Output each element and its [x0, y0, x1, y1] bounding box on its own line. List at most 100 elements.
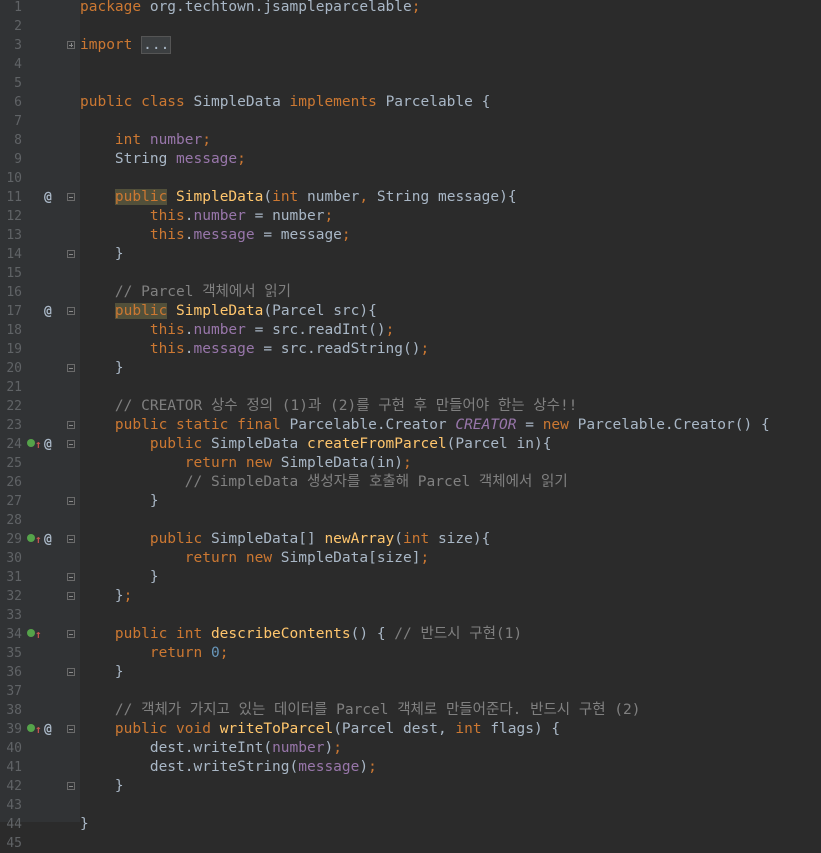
code-text[interactable]: // Parcel 객체에서 읽기 — [80, 283, 291, 302]
code-text[interactable]: public int describeContents() { // 반드시 구… — [80, 625, 522, 644]
code-line[interactable]: 13 this.message = message; — [0, 226, 821, 245]
code-text[interactable]: public SimpleData(int number, String mes… — [80, 188, 517, 207]
code-line[interactable]: 11 @ public SimpleData(int number, String… — [0, 188, 821, 207]
code-line[interactable]: 17 @ public SimpleData(Parcel src){ — [0, 302, 821, 321]
code-line[interactable]: 4 — [0, 55, 821, 74]
gutter-markers[interactable]: ↑ @ — [25, 720, 61, 739]
code-line[interactable]: 1 package org.techtown.jsampleparcelable; — [0, 0, 821, 17]
code-text[interactable]: } — [80, 663, 124, 682]
code-line[interactable]: 31 } — [0, 568, 821, 587]
code-text[interactable]: public static final Parcelable.Creator C… — [80, 416, 770, 435]
code-line[interactable]: 14 } — [0, 245, 821, 264]
code-text[interactable]: public SimpleData(Parcel src){ — [80, 302, 377, 321]
code-line[interactable]: 25 return new SimpleData(in); — [0, 454, 821, 473]
code-text[interactable]: public SimpleData createFromParcel(Parce… — [80, 435, 552, 454]
code-line[interactable]: 28 — [0, 511, 821, 530]
fold-toggle-icon[interactable] — [67, 725, 75, 733]
code-text[interactable]: return new SimpleData[size]; — [80, 549, 429, 568]
code-line[interactable]: 21 — [0, 378, 821, 397]
at-sign-icon[interactable]: @ — [44, 530, 52, 549]
code-line[interactable]: 45 — [0, 834, 821, 853]
code-line[interactable]: 20 } — [0, 359, 821, 378]
code-line[interactable]: 26 // SimpleData 생성자를 호출해 Parcel 객체에서 읽기 — [0, 473, 821, 492]
code-text[interactable]: public class SimpleData implements Parce… — [80, 93, 490, 112]
gutter-markers[interactable]: ↑ @ — [25, 435, 61, 454]
code-text[interactable]: public void writeToParcel(Parcel dest, i… — [80, 720, 560, 739]
code-line[interactable]: 5 — [0, 74, 821, 93]
code-text[interactable]: public SimpleData[] newArray(int size){ — [80, 530, 491, 549]
code-text[interactable]: int number; — [80, 131, 211, 150]
code-line[interactable]: 15 — [0, 264, 821, 283]
code-text[interactable]: // 객체가 가지고 있는 데이터를 Parcel 객체로 만들어준다. 반드시… — [80, 701, 641, 720]
code-line[interactable]: 32 }; — [0, 587, 821, 606]
fold-toggle-icon[interactable] — [67, 364, 75, 372]
code-text[interactable]: } — [80, 568, 159, 587]
code-line[interactable]: 34 ↑ public int describeContents() { // 반… — [0, 625, 821, 644]
code-text[interactable]: } — [80, 359, 124, 378]
at-sign-icon[interactable]: @ — [44, 435, 52, 454]
arrow-up-icon[interactable]: ↑ — [35, 435, 42, 454]
fold-toggle-icon[interactable] — [67, 307, 75, 315]
fold-toggle-icon[interactable] — [67, 668, 75, 676]
fold-toggle-icon[interactable] — [67, 421, 75, 429]
code-text[interactable]: dest.writeInt(number); — [80, 739, 342, 758]
code-line[interactable]: 8 int number; — [0, 131, 821, 150]
arrow-up-icon[interactable]: ↑ — [35, 625, 42, 644]
code-text[interactable]: this.number = number; — [80, 207, 333, 226]
code-text[interactable]: } — [80, 245, 124, 264]
arrow-up-icon[interactable]: ↑ — [35, 720, 42, 739]
code-line[interactable]: 33 — [0, 606, 821, 625]
code-text[interactable]: } — [80, 492, 159, 511]
code-line[interactable]: 29 ↑ @ public SimpleData[] newArray(int si… — [0, 530, 821, 549]
code-line[interactable]: 27 } — [0, 492, 821, 511]
at-sign-icon[interactable]: @ — [44, 188, 52, 207]
code-line[interactable]: 40 dest.writeInt(number); — [0, 739, 821, 758]
code-text[interactable]: return 0; — [80, 644, 229, 663]
code-text[interactable]: dest.writeString(message); — [80, 758, 377, 777]
gutter-markers[interactable]: ↑ @ — [25, 530, 61, 549]
code-line[interactable]: 43 — [0, 796, 821, 815]
code-line[interactable]: 23 public static final Parcelable.Creato… — [0, 416, 821, 435]
code-line[interactable]: 10 — [0, 169, 821, 188]
gutter-markers[interactable]: @ — [25, 302, 61, 321]
code-line[interactable]: 16 // Parcel 객체에서 읽기 — [0, 283, 821, 302]
code-line[interactable]: 6 public class SimpleData implements Parc… — [0, 93, 821, 112]
fold-toggle-icon[interactable] — [67, 592, 75, 600]
code-line[interactable]: 41 dest.writeString(message); — [0, 758, 821, 777]
code-line[interactable]: 7 — [0, 112, 821, 131]
code-line[interactable]: 12 this.number = number; — [0, 207, 821, 226]
fold-toggle-icon[interactable] — [67, 535, 75, 543]
code-text[interactable]: this.message = message; — [80, 226, 351, 245]
code-line[interactable]: 19 this.message = src.readString(); — [0, 340, 821, 359]
gutter-markers[interactable]: ↑ — [25, 625, 61, 644]
fold-toggle-icon[interactable] — [67, 573, 75, 581]
fold-toggle-icon[interactable] — [67, 440, 75, 448]
code-text[interactable]: package org.techtown.jsampleparcelable; — [80, 0, 420, 17]
fold-toggle-icon[interactable] — [67, 193, 75, 201]
code-line[interactable]: 24 ↑ @ public SimpleData createFromParcel(… — [0, 435, 821, 454]
code-editor[interactable]: 1 package org.techtown.jsampleparcelable;… — [0, 0, 821, 851]
at-sign-icon[interactable]: @ — [44, 720, 52, 739]
fold-toggle-icon[interactable] — [67, 497, 75, 505]
code-line[interactable]: 38 // 객체가 가지고 있는 데이터를 Parcel 객체로 만들어준다. … — [0, 701, 821, 720]
fold-toggle-icon[interactable] — [67, 41, 75, 49]
code-line[interactable]: 18 this.number = src.readInt(); — [0, 321, 821, 340]
code-text[interactable]: } — [80, 815, 89, 834]
arrow-up-icon[interactable]: ↑ — [35, 530, 42, 549]
code-line[interactable]: 9 String message; — [0, 150, 821, 169]
code-line[interactable]: 39 ↑ @ public void writeToParcel(Parcel de… — [0, 720, 821, 739]
code-line[interactable]: 36 } — [0, 663, 821, 682]
code-line[interactable]: 2 — [0, 17, 821, 36]
code-line[interactable]: 42 } — [0, 777, 821, 796]
code-line[interactable]: 35 return 0; — [0, 644, 821, 663]
at-sign-icon[interactable]: @ — [44, 302, 52, 321]
fold-toggle-icon[interactable] — [67, 250, 75, 258]
code-line[interactable]: 30 return new SimpleData[size]; — [0, 549, 821, 568]
gutter-markers[interactable]: @ — [25, 188, 61, 207]
fold-toggle-icon[interactable] — [67, 782, 75, 790]
code-text[interactable]: }; — [80, 587, 132, 606]
fold-toggle-icon[interactable] — [67, 630, 75, 638]
code-text[interactable]: return new SimpleData(in); — [80, 454, 412, 473]
code-line[interactable]: 22 // CREATOR 상수 정의 (1)과 (2)를 구현 후 만들어야 … — [0, 397, 821, 416]
code-line[interactable]: 44} — [0, 815, 821, 834]
